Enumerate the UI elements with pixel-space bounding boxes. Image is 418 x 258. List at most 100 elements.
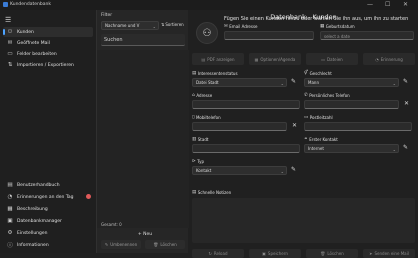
folder-icon: ▭ — [321, 56, 326, 62]
edit-pencil-icon[interactable]: ✎ — [403, 78, 408, 85]
sidebar-item-label: Datenbankmanager — [17, 218, 62, 224]
edit-pencil-icon[interactable]: ✎ — [291, 78, 296, 85]
chevron-down-icon: ⌄ — [392, 147, 396, 152]
phone-field[interactable] — [304, 100, 399, 109]
hamburger-menu-icon[interactable]: ☰ — [5, 16, 11, 24]
description-icon: ▦ — [7, 206, 13, 212]
mobile-label: ▯ Mobiltelefon — [192, 115, 221, 120]
customer-detail-pane: Datenbank - Kunden ⚇ Fügen Sie einen Kun… — [189, 10, 418, 258]
city-field[interactable] — [192, 144, 300, 153]
sidebar-item-erinnerungen[interactable]: ◔ Erinnerungen an den Tag — [3, 192, 93, 202]
notes-label: ▤ Schnelle Notizen — [192, 190, 231, 195]
pdf-button-label: PDF anzeigen — [207, 56, 235, 62]
quick-notes-textarea[interactable] — [192, 198, 415, 243]
mobile-field[interactable] — [192, 122, 287, 131]
type-label: ⊳ Typ — [192, 159, 204, 164]
bell-icon: ◔ — [375, 56, 379, 62]
reload-button-label: Reload — [213, 251, 228, 256]
rename-button[interactable]: ✎ Umbenennen — [101, 240, 141, 249]
interest-status-select[interactable]: Datei Stadt ⌄ — [192, 78, 287, 87]
address-field[interactable] — [192, 100, 300, 109]
options-agenda-button[interactable]: ▦ Optionen/Agenda — [249, 53, 301, 65]
sidebar-item-label: Erinnerungen an den Tag — [17, 194, 74, 200]
mailbox-icon: ▭ — [304, 115, 309, 120]
birthday-date-picker[interactable]: select a date — [320, 31, 414, 40]
first-contact-label: ⚭ Erster Kontakt — [304, 137, 338, 142]
bell-icon: ◔ — [7, 194, 13, 200]
phone-icon: ✆ — [304, 93, 308, 98]
search-input[interactable]: Suchen — [101, 34, 185, 46]
first-contact-label-text: Erster Kontakt — [309, 137, 338, 142]
interest-status-label: ▤ Interessentenstatus — [192, 71, 238, 76]
gender-select[interactable]: Mann ⌄ — [304, 78, 399, 87]
phone-label: ✆ Persönliches Telefon — [304, 93, 350, 98]
files-button-label: Dateien — [327, 56, 343, 62]
sidebar-item-label: Felder bearbeiten — [17, 51, 57, 57]
minimize-button[interactable]: — — [367, 1, 373, 8]
sidebar-item-geoeffnete-mail[interactable]: ✉ Geöffnete Mail — [3, 38, 93, 48]
postcode-field[interactable] — [304, 122, 412, 131]
reminder-button[interactable]: ◔ Erinnerung — [363, 53, 415, 65]
database-icon: ▣ — [7, 218, 13, 224]
first-contact-select[interactable]: Internet ⌄ — [304, 144, 399, 153]
email-field[interactable] — [224, 31, 314, 40]
edit-pencil-icon[interactable]: ✎ — [403, 144, 408, 151]
empty-state-prompt: Fügen Sie einen Kunden hinzu oder wählen… — [224, 16, 409, 22]
delete-button[interactable]: 🗑 Löschen — [306, 249, 358, 258]
mail-icon: ✉ — [224, 24, 228, 29]
total-count: Gesamt: 0 — [101, 222, 122, 227]
customer-list[interactable] — [97, 50, 189, 228]
reminder-button-label: Erinnerung — [380, 56, 403, 62]
sort-button[interactable]: ⇅ Sortieren — [161, 22, 184, 27]
send-icon: ➤ — [369, 251, 373, 256]
city-label-text: Stadt — [197, 137, 209, 142]
book-icon: ▤ — [7, 182, 13, 188]
send-mail-button-label: Senden eine Mail — [374, 251, 409, 256]
sidebar-item-kunden[interactable]: ⚇ Kunden — [3, 27, 93, 37]
sidebar-item-label: Kunden — [17, 29, 34, 35]
pdf-view-button[interactable]: ▤ PDF anzeigen — [192, 53, 244, 65]
calendar-icon: ▦ — [320, 24, 325, 29]
close-window-button[interactable]: ✕ — [403, 1, 408, 8]
filter-label: Filter — [101, 13, 113, 18]
chevron-down-icon: ⌄ — [280, 81, 284, 86]
app-logo-icon — [3, 2, 8, 7]
sidebar-item-informationen[interactable]: ⓘ Informationen — [3, 240, 93, 250]
gender-label: ⚥ Geschlecht — [304, 71, 332, 76]
avatar-upload-button[interactable]: ⚇ — [196, 22, 218, 44]
chevron-down-icon: ⌄ — [280, 169, 284, 174]
sidebar-item-importieren-exportieren[interactable]: ⇅ Importieren / Exportieren — [3, 60, 93, 70]
type-select[interactable]: Kontakt ⌄ — [192, 166, 287, 175]
city-label: ▥ Stadt — [192, 137, 208, 142]
sidebar-item-einstellungen[interactable]: ⚙ Einstellungen — [3, 228, 93, 238]
sort-field-select[interactable]: Nachname und V ⌄ — [101, 21, 159, 30]
phone-label-text: Persönliches Telefon — [309, 93, 350, 98]
edit-pencil-icon[interactable]: ✎ — [291, 166, 296, 173]
title-bar: Kundendatenbank — ☐ ✕ — [0, 0, 418, 10]
save-button[interactable]: ▣ Speichern — [249, 249, 301, 258]
type-value: Kontakt — [196, 168, 212, 173]
sort-button-label: Sortieren — [165, 22, 184, 27]
email-field-label: ✉ Email Adresse — [224, 24, 258, 29]
options-button-label: Optionen/Agenda — [260, 56, 296, 62]
new-customer-button[interactable]: + Neu — [134, 230, 156, 238]
rename-button-label: Umbenennen — [110, 242, 138, 247]
app-window: Kundendatenbank — ☐ ✕ ☰ ⚇ Kunden ✉ Geöff… — [0, 0, 418, 258]
reload-icon: ↻ — [208, 251, 212, 256]
clear-x-icon[interactable]: ✕ — [292, 122, 297, 129]
maximize-button[interactable]: ☐ — [385, 1, 390, 8]
delete-button-label: Löschen — [160, 242, 177, 247]
sidebar-item-datenbankmanager[interactable]: ▣ Datenbankmanager — [3, 216, 93, 226]
sidebar-item-benutzerhandbuch[interactable]: ▤ Benutzerhandbuch — [3, 180, 93, 190]
files-button[interactable]: ▭ Dateien — [306, 53, 358, 65]
clear-x-icon[interactable]: ✕ — [404, 100, 409, 107]
send-mail-button[interactable]: ➤ Senden eine Mail — [363, 249, 415, 258]
chevron-down-icon: ⌄ — [392, 81, 396, 86]
sidebar-item-felder-bearbeiten[interactable]: ▭ Felder bearbeiten — [3, 49, 93, 59]
delete-customer-button[interactable]: 🗑 Löschen — [145, 240, 185, 249]
sidebar-item-beschreibung[interactable]: ▦ Beschreibung — [3, 204, 93, 214]
sidebar-item-label: Benutzerhandbuch — [17, 182, 60, 188]
reload-button[interactable]: ↻ Reload — [192, 249, 244, 258]
trash-icon: 🗑 — [153, 242, 159, 247]
notification-badge — [86, 194, 91, 199]
